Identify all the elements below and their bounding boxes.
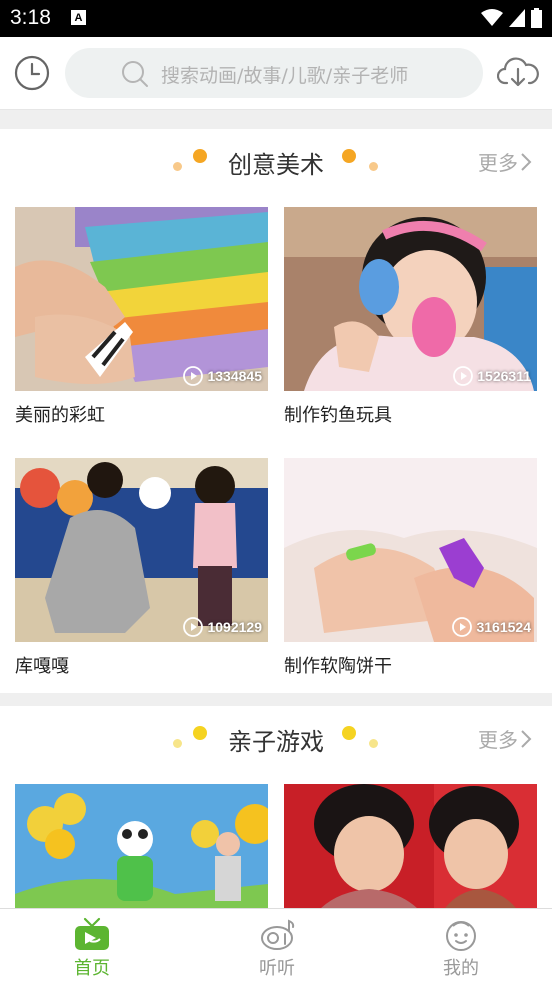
system-icons <box>481 8 542 28</box>
video-thumbnail: 1334845 <box>15 207 268 391</box>
section-title: 创意美术 <box>228 151 324 179</box>
video-thumbnail <box>284 784 537 908</box>
play-count: 1334845 <box>183 366 262 386</box>
history-clock-icon[interactable] <box>14 55 50 91</box>
wifi-icon <box>481 9 503 26</box>
section-creative-art: 创意美术 更多 1334845 美丽的彩虹 1526311 制作钓鱼玩具 109… <box>0 129 552 693</box>
decor-dot <box>342 149 356 163</box>
bottom-tab-bar: 首页 听听 我的 <box>0 908 552 984</box>
chevron-right-icon <box>521 729 532 748</box>
kid-face-icon <box>446 921 476 951</box>
more-link[interactable]: 更多 <box>478 147 532 176</box>
section-parent-child-games: 亲子游戏 更多 <box>0 706 552 908</box>
tv-icon <box>75 917 109 950</box>
more-link[interactable]: 更多 <box>478 724 532 753</box>
play-icon <box>452 617 473 637</box>
tab-mine[interactable]: 我的 <box>401 909 521 984</box>
tab-label: 我的 <box>443 958 479 979</box>
radio-icon <box>261 919 295 950</box>
download-cloud-icon[interactable] <box>497 55 539 91</box>
video-thumbnail: 1092129 <box>15 458 268 642</box>
decor-dot <box>342 726 356 740</box>
tab-label: 听听 <box>259 958 295 979</box>
search-input[interactable]: 搜索动画/故事/儿歌/亲子老师 <box>65 48 483 98</box>
more-label: 更多 <box>478 151 518 175</box>
video-title: 库嘎嘎 <box>15 656 69 677</box>
play-count: 3161524 <box>452 617 531 637</box>
section-title: 亲子游戏 <box>228 728 324 756</box>
video-title: 制作软陶饼干 <box>284 656 392 677</box>
signal-icon <box>509 9 525 27</box>
chevron-right-icon <box>521 152 532 171</box>
video-thumbnail: 3161524 <box>284 458 537 642</box>
play-icon <box>183 366 204 386</box>
play-count: 1092129 <box>183 617 262 637</box>
tab-label: 首页 <box>74 958 110 979</box>
tab-listen[interactable]: 听听 <box>217 909 337 984</box>
status-bar: 3:18 A <box>0 0 552 37</box>
status-time: 3:18 <box>10 6 51 29</box>
search-header: 搜索动画/故事/儿歌/亲子老师 <box>0 37 552 110</box>
video-thumbnail <box>15 784 268 908</box>
play-count-value: 3161524 <box>476 619 531 635</box>
notification-icon: A <box>71 10 86 25</box>
search-icon <box>122 61 148 87</box>
tab-home[interactable]: 首页 <box>32 909 152 984</box>
battery-icon <box>531 8 542 28</box>
play-count-value: 1526311 <box>477 368 531 384</box>
decor-dot <box>369 162 378 171</box>
play-count-value: 1334845 <box>207 368 262 384</box>
video-title: 美丽的彩虹 <box>15 405 105 426</box>
section-header: 亲子游戏 更多 <box>0 706 552 770</box>
play-icon <box>453 366 474 386</box>
section-header: 创意美术 更多 <box>0 129 552 193</box>
decor-dot <box>369 739 378 748</box>
play-icon <box>183 617 204 637</box>
search-placeholder: 搜索动画/故事/儿歌/亲子老师 <box>161 65 409 87</box>
play-count: 1526311 <box>453 366 531 386</box>
play-count-value: 1092129 <box>207 619 262 635</box>
video-title: 制作钓鱼玩具 <box>284 405 392 426</box>
more-label: 更多 <box>478 728 518 752</box>
video-thumbnail: 1526311 <box>284 207 537 391</box>
